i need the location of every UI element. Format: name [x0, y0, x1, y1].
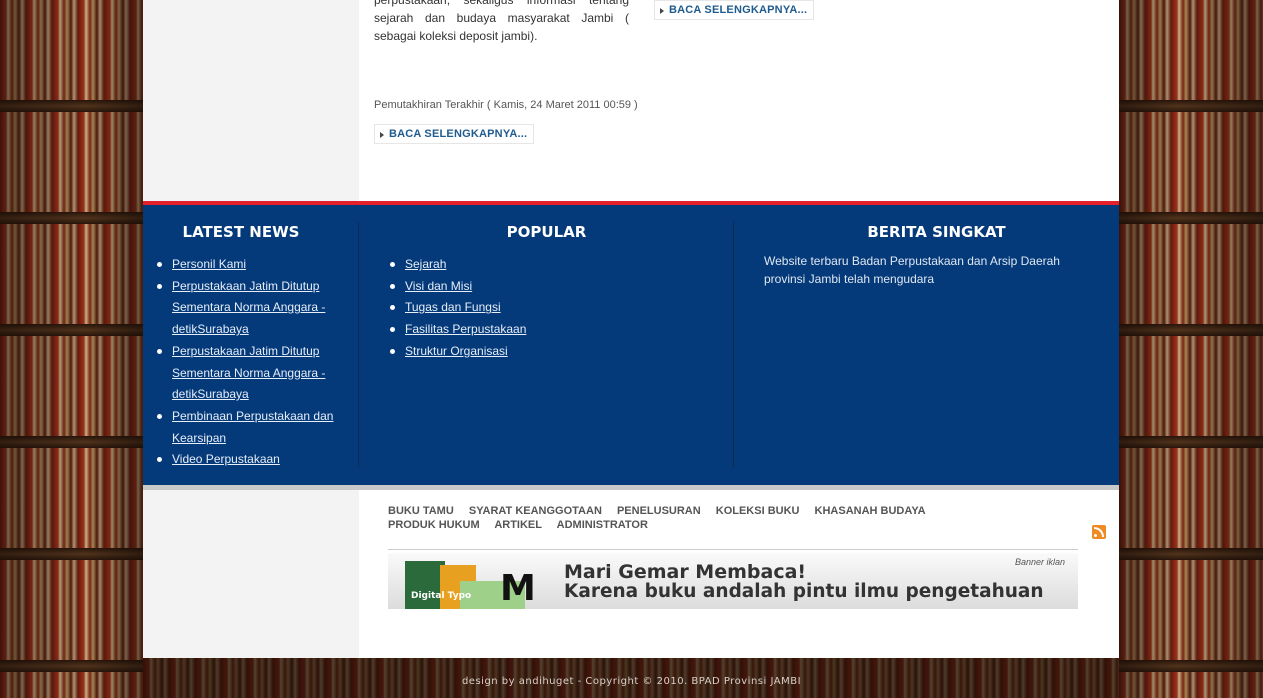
list-item: Perpustakaan Jatim Ditutup Sementara Nor…	[157, 276, 337, 341]
list-item: Pembinaan Perpustakaan dan Kearsipan	[157, 406, 337, 449]
column-divider	[358, 222, 359, 467]
nav-khasanah-budaya[interactable]: KHASANAH BUDAYA	[815, 505, 926, 517]
banner-slogan-secondary: Karena buku andalah pintu ilmu pengetahu…	[564, 581, 1044, 602]
left-sidebar-bottom	[143, 486, 359, 658]
berita-singkat-title: BERITA SINGKAT	[867, 223, 1006, 241]
footer-panel: LATEST NEWS Personil Kami Perpustakaan J…	[143, 201, 1119, 490]
books-image: Digital Typo M	[405, 561, 545, 609]
popular-link[interactable]: Struktur Organisasi	[405, 344, 508, 358]
page-container: perpustakaan, sekaligus informasi tentan…	[143, 0, 1119, 658]
banner-slogan-primary: Mari Gemar Membaca!	[564, 561, 807, 583]
background-bookshelf-right	[1119, 0, 1263, 698]
popular-link[interactable]: Fasilitas Perpustakaan	[405, 322, 526, 336]
read-more-link-top[interactable]: BACA SELENGKAPNYA...	[654, 0, 815, 20]
list-item: Sejarah	[390, 254, 526, 276]
nav-produk-hukum[interactable]: PRODUK HUKUM	[388, 519, 480, 531]
popular-link[interactable]: Tugas dan Fungsi	[405, 300, 501, 314]
list-item: Tugas dan Fungsi	[390, 297, 526, 319]
book-cover-text: Digital Typo	[411, 591, 472, 601]
nav-penelusuran[interactable]: PENELUSURAN	[617, 505, 701, 517]
copyright-text: design by andihuget - Copyright © 2010. …	[461, 676, 802, 687]
nav-administrator[interactable]: ADMINISTRATOR	[557, 519, 648, 531]
list-item: Video Perpustakaan	[157, 449, 337, 471]
popular-link[interactable]: Visi dan Misi	[405, 279, 472, 293]
list-item: Struktur Organisasi	[390, 341, 526, 363]
news-link[interactable]: Perpustakaan Jatim Ditutup Sementara Nor…	[172, 279, 325, 336]
banner-label: Banner iklan	[1015, 557, 1066, 567]
news-link[interactable]: Pembinaan Perpustakaan dan Kearsipan	[172, 409, 333, 445]
read-more-link[interactable]: BACA SELENGKAPNYA...	[374, 124, 535, 144]
nav-buku-tamu[interactable]: BUKU TAMU	[388, 505, 454, 517]
popular-link[interactable]: Sejarah	[405, 257, 446, 271]
rss-icon[interactable]	[1092, 525, 1106, 539]
news-link[interactable]: Perpustakaan Jatim Ditutup Sementara Nor…	[172, 344, 325, 401]
article-excerpt: perpustakaan, sekaligus informasi tentan…	[374, 0, 629, 43]
news-link[interactable]: Personil Kami	[172, 257, 246, 271]
latest-news-title: LATEST NEWS	[182, 223, 300, 241]
left-sidebar	[143, 0, 359, 201]
list-item: Perpustakaan Jatim Ditutup Sementara Nor…	[157, 341, 337, 406]
banner-divider	[388, 549, 1078, 550]
nav-artikel[interactable]: ARTIKEL	[494, 519, 542, 531]
column-divider	[733, 222, 734, 467]
list-item: Fasilitas Perpustakaan	[390, 319, 526, 341]
book-letter: M	[500, 568, 536, 609]
article-updated-date: Pemutakhiran Terakhir ( Kamis, 24 Maret …	[374, 99, 638, 111]
banner-ad[interactable]: Digital Typo M Mari Gemar Membaca! Karen…	[388, 553, 1078, 609]
nav-syarat-keanggotaan[interactable]: SYARAT KEANGGOTAAN	[469, 505, 602, 517]
list-item: Visi dan Misi	[390, 276, 526, 298]
latest-news-list: Personil Kami Perpustakaan Jatim Ditutup…	[157, 254, 337, 471]
berita-singkat-text: Website terbaru Badan Perpustakaan dan A…	[764, 254, 1060, 286]
news-link[interactable]: Video Perpustakaan	[172, 452, 280, 466]
popular-title: POPULAR	[506, 223, 587, 241]
bottom-navigation: BUKU TAMU SYARAT KEANGGOTAAN PENELUSURAN…	[388, 504, 973, 532]
list-item: Personil Kami	[157, 254, 337, 276]
popular-list: Sejarah Visi dan Misi Tugas dan Fungsi F…	[390, 254, 526, 363]
nav-koleksi-buku[interactable]: KOLEKSI BUKU	[716, 505, 800, 517]
background-bookshelf-left	[0, 0, 143, 698]
